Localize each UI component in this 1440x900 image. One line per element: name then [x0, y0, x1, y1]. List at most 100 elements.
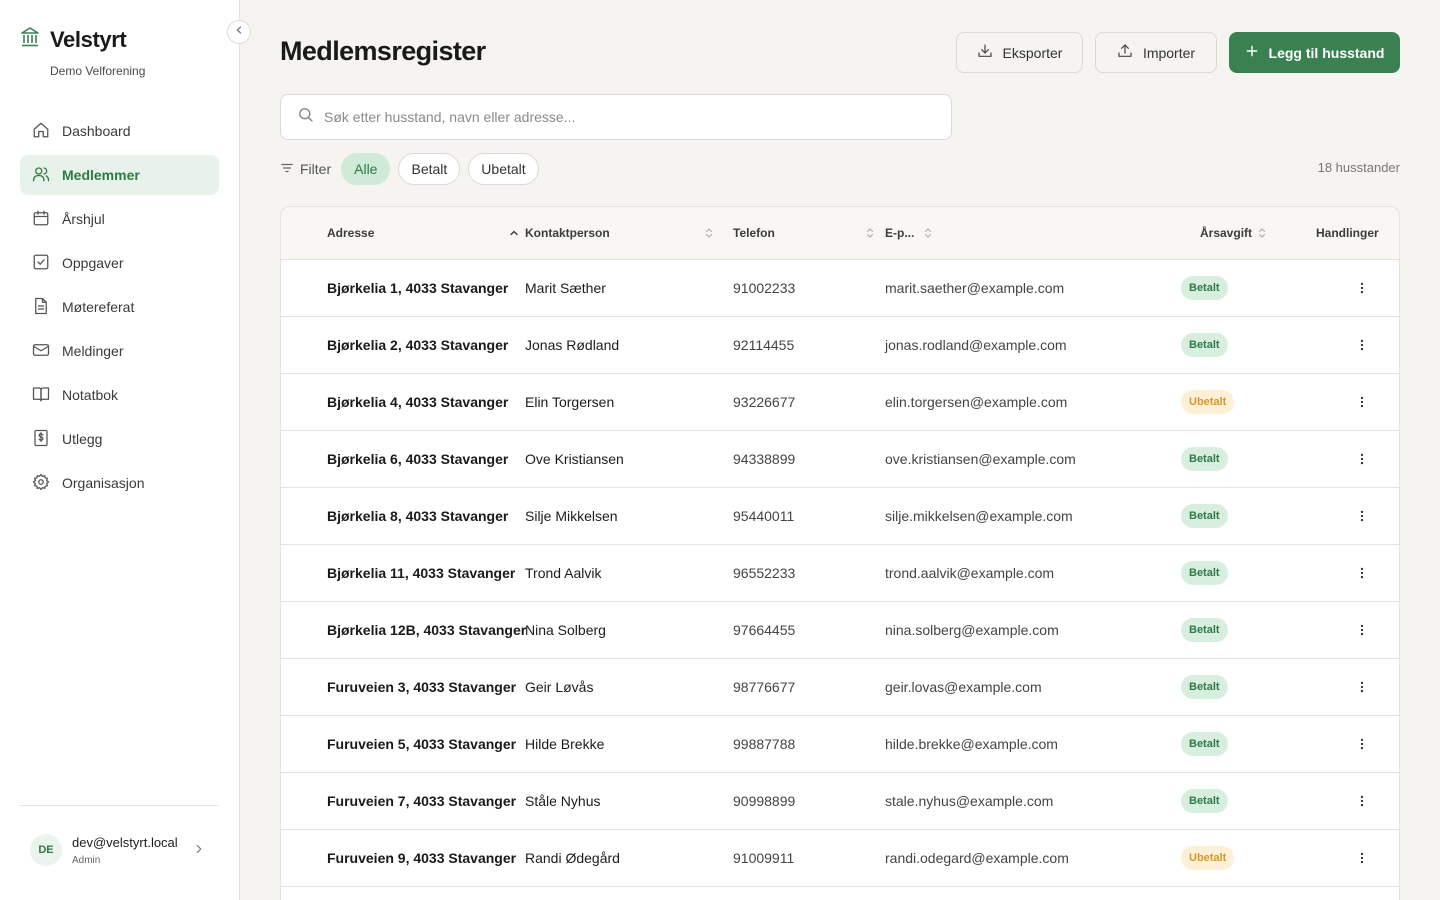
- user-role: Admin: [72, 854, 101, 866]
- import-label: Importer: [1142, 44, 1196, 61]
- row-actions-button[interactable]: [1352, 450, 1372, 470]
- more-vertical-icon: [1355, 680, 1369, 697]
- row-actions-button[interactable]: [1352, 279, 1372, 299]
- cell-contact: Ove Kristiansen: [525, 451, 624, 467]
- brand-name: Velstyrt: [50, 26, 127, 52]
- add-household-button[interactable]: Legg til husstand: [1229, 32, 1400, 73]
- cell-contact: Geir Løvås: [525, 679, 594, 695]
- row-actions-button[interactable]: [1352, 792, 1372, 812]
- column-header-fee[interactable]: Årsavgift: [1200, 226, 1252, 240]
- status-badge: Ubetalt: [1181, 846, 1235, 870]
- home-icon: [32, 121, 50, 142]
- cell-email: hilde.brekke@example.com: [885, 736, 1058, 752]
- status-badge: Betalt: [1181, 447, 1228, 471]
- table-row[interactable]: Bjørkelia 1, 4033 Stavanger Marit Sæther 9…: [281, 260, 1399, 317]
- table-row[interactable]: Bjørkelia 11, 4033 Stavanger Trond Aalvik…: [281, 545, 1399, 602]
- filter-chip-betalt[interactable]: Betalt: [398, 153, 461, 185]
- row-actions-button[interactable]: [1352, 564, 1372, 584]
- sidebar-item-organisasjon[interactable]: Organisasjon: [20, 463, 219, 503]
- row-actions-button[interactable]: [1352, 393, 1372, 413]
- row-actions-button[interactable]: [1352, 507, 1372, 527]
- status-badge: Ubetalt: [1181, 390, 1235, 414]
- table-row[interactable]: Bjørkelia 8, 4033 Stavanger Silje Mikkels…: [281, 488, 1399, 545]
- cell-email: ove.kristiansen@example.com: [885, 451, 1076, 467]
- sidebar-item-utlegg[interactable]: Utlegg: [20, 419, 219, 459]
- sidebar-item-label: Notatbok: [62, 387, 119, 403]
- column-header-phone[interactable]: Telefon: [733, 226, 775, 240]
- table-row[interactable]: Bjørkelia 2, 4033 Stavanger Jonas Rødland…: [281, 317, 1399, 374]
- organization-name: Demo Velforening: [50, 64, 146, 78]
- row-actions-button[interactable]: [1352, 849, 1372, 869]
- sidebar-item-medlemmer[interactable]: Medlemmer: [20, 155, 219, 195]
- filter-chip-alle[interactable]: Alle: [341, 153, 391, 185]
- export-button[interactable]: Eksporter: [956, 32, 1083, 73]
- cell-contact: Nina Solberg: [525, 622, 606, 638]
- cell-email: trond.aalvik@example.com: [885, 565, 1055, 581]
- sidebar-item-meldinger[interactable]: Meldinger: [20, 331, 219, 371]
- cell-phone: 94338899: [733, 451, 796, 467]
- sidebar-item-notatbok[interactable]: Notatbok: [20, 375, 219, 415]
- table-row[interactable]: Furuveien 7, 4033 Stavanger Ståle Nyhus 90…: [281, 773, 1399, 830]
- chevron-left-icon: [233, 23, 245, 41]
- members-table: Adresse Kontaktperson Telefon E-p... Års…: [280, 206, 1400, 900]
- sidebar-item-oppgaver[interactable]: Oppgaver: [20, 243, 219, 283]
- collapse-sidebar-button[interactable]: [227, 20, 251, 44]
- sort-ascending-icon[interactable]: [508, 227, 520, 242]
- filter-chip-ubetalt[interactable]: Ubetalt: [468, 153, 539, 185]
- table-row[interactable]: Furuveien 9, 4033 Stavanger Randi Ødegård…: [281, 830, 1399, 887]
- column-header-address[interactable]: Adresse: [327, 226, 374, 240]
- download-icon: [977, 43, 993, 62]
- cell-email: jonas.rodland@example.com: [885, 337, 1067, 353]
- table-row[interactable]: Furuveien 5, 4033 Stavanger Hilde Brekke 9…: [281, 716, 1399, 773]
- column-header-contact[interactable]: Kontaktperson: [525, 226, 610, 240]
- sidebar-item-label: Oppgaver: [62, 255, 124, 271]
- table-row[interactable]: Bjørkelia 4, 4033 Stavanger Elin Torgerse…: [281, 374, 1399, 431]
- row-actions-button[interactable]: [1352, 735, 1372, 755]
- sidebar-item-label: Meldinger: [62, 343, 124, 359]
- cell-phone: 98776677: [733, 679, 796, 695]
- sidebar-item-motereferat[interactable]: Møtereferat: [20, 287, 219, 327]
- cell-phone: 97664455: [733, 622, 796, 638]
- users-icon: [32, 165, 50, 186]
- row-actions-button[interactable]: [1352, 678, 1372, 698]
- sort-icon[interactable]: [922, 227, 934, 242]
- sidebar-item-arshjul[interactable]: Årshjul: [20, 199, 219, 239]
- row-actions-button[interactable]: [1352, 621, 1372, 641]
- column-header-actions: Handlinger: [1316, 226, 1379, 240]
- sidebar-divider: [20, 805, 219, 806]
- cell-email: nina.solberg@example.com: [885, 622, 1059, 638]
- cell-address: Bjørkelia 8, 4033 Stavanger: [327, 508, 509, 524]
- user-email: dev@velstyrt.local: [72, 834, 178, 850]
- sidebar-nav: Dashboard Medlemmer Årshjul Oppgaver Møt…: [20, 111, 219, 507]
- filter-label-text: Filter: [300, 161, 332, 177]
- row-actions-button[interactable]: [1352, 336, 1372, 356]
- more-vertical-icon: [1355, 281, 1369, 298]
- column-header-email[interactable]: E-p...: [885, 226, 914, 240]
- status-badge: Betalt: [1181, 789, 1228, 813]
- cell-contact: Ståle Nyhus: [525, 793, 601, 809]
- cell-contact: Trond Aalvik: [525, 565, 602, 581]
- sidebar-item-label: Årshjul: [62, 211, 105, 227]
- table-row[interactable]: Bjørkelia 6, 4033 Stavanger Ove Kristians…: [281, 431, 1399, 488]
- search-input[interactable]: [324, 109, 904, 125]
- bank-icon: [20, 26, 40, 53]
- table-row[interactable]: Furuveien 3, 4033 Stavanger Geir Løvås 987…: [281, 659, 1399, 716]
- document-icon: [32, 297, 50, 318]
- sidebar-item-label: Organisasjon: [62, 475, 145, 491]
- sort-icon[interactable]: [703, 227, 715, 242]
- user-menu[interactable]: DE dev@velstyrt.local Admin: [30, 832, 210, 868]
- brand[interactable]: Velstyrt: [20, 26, 127, 53]
- sort-icon[interactable]: [1256, 227, 1268, 242]
- cell-phone: 96552233: [733, 565, 796, 581]
- more-vertical-icon: [1355, 623, 1369, 640]
- cell-contact: Marit Sæther: [525, 280, 606, 296]
- more-vertical-icon: [1355, 794, 1369, 811]
- status-badge: Betalt: [1181, 561, 1228, 585]
- status-badge: Betalt: [1181, 504, 1228, 528]
- sort-icon[interactable]: [864, 227, 876, 242]
- table-row[interactable]: Bjørkelia 12B, 4033 Stavanger Nina Solber…: [281, 602, 1399, 659]
- sidebar-item-dashboard[interactable]: Dashboard: [20, 111, 219, 151]
- cell-address: Bjørkelia 2, 4033 Stavanger: [327, 337, 509, 353]
- cell-address: Furuveien 5, 4033 Stavanger: [327, 736, 517, 752]
- import-button[interactable]: Importer: [1095, 32, 1217, 73]
